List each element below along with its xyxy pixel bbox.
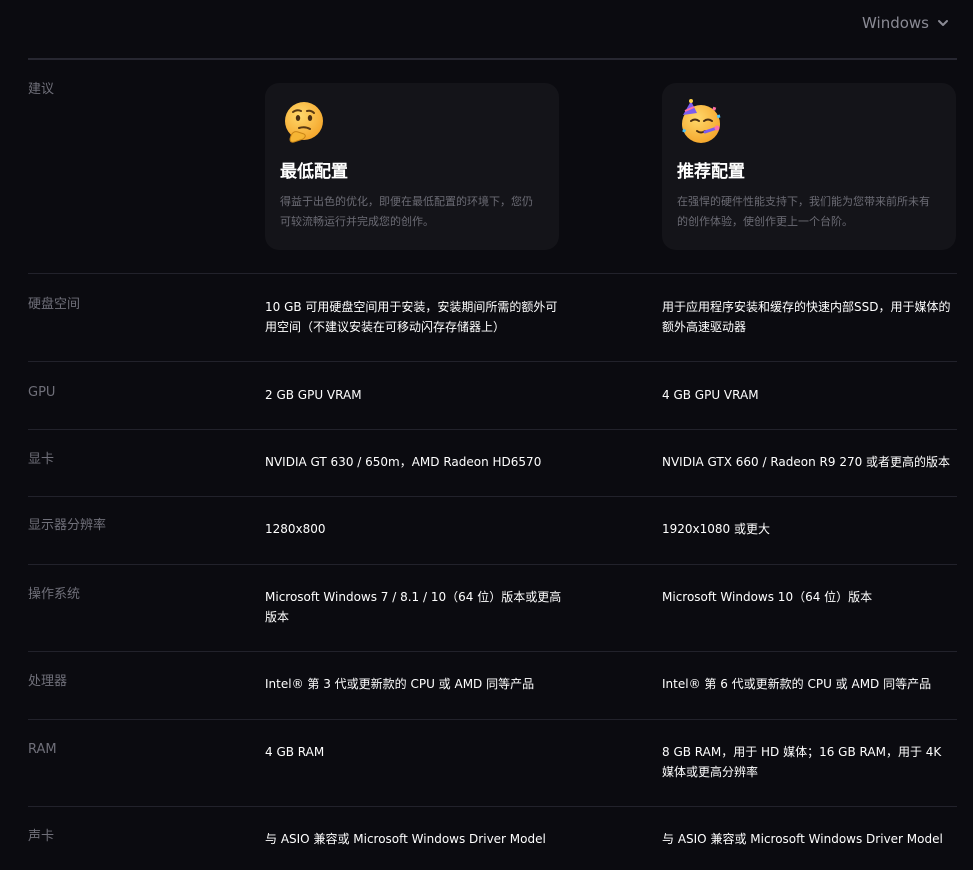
spec-row-gpu: GPU 2 GB GPU VRAM 4 GB GPU VRAM [28,362,957,430]
recommended-value: Microsoft Windows 10（64 位）版本 [662,590,873,604]
row-label: 声卡 [28,829,55,844]
recommended-value: 用于应用程序安装和缓存的快速内部SSD，用于媒体的额外高速驱动器 [662,300,951,334]
row-label: GPU [28,385,56,400]
minimum-value: Microsoft Windows 7 / 8.1 / 10（64 位）版本或更… [265,590,562,624]
minimum-value: 2 GB GPU VRAM [265,388,362,402]
recommended-value: 8 GB RAM，用于 HD 媒体；16 GB RAM，用于 4K 媒体或更高分… [662,745,942,779]
row-label: 显示器分辨率 [28,518,107,533]
spec-row-graphics-card: 显卡 NVIDIA GT 630 / 650m，AMD Radeon HD657… [28,430,957,497]
chevron-down-icon [938,20,948,26]
spec-row-processor: 处理器 Intel® 第 3 代或更新款的 CPU 或 AMD 同等产品 Int… [28,652,957,720]
minimum-value: 10 GB 可用硬盘空间用于安装，安装期间所需的额外可用空间（不建议安装在可移动… [265,300,558,334]
partying-face-icon [682,99,721,143]
spec-row-operating-system: 操作系统 Microsoft Windows 7 / 8.1 / 10（64 位… [28,565,957,652]
row-label: 显卡 [28,452,55,467]
recommended-value: NVIDIA GTX 660 / Radeon R9 270 或者更高的版本 [662,455,951,469]
spec-row-display-resolution: 显示器分辨率 1280x800 1920x1080 或更大 [28,497,957,565]
os-selector[interactable]: Windows [862,14,949,32]
spec-row-disk: 硬盘空间 10 GB 可用硬盘空间用于安装，安装期间所需的额外可用空间（不建议安… [28,274,957,362]
spec-row-sound-card: 声卡 与 ASIO 兼容或 Microsoft Windows Driver M… [28,807,957,869]
card-description: 在强悍的硬件性能支持下，我们能为您带来前所未有的创作体验，使创作更上一个台阶。 [677,195,930,228]
row-label: 建议 [28,82,55,97]
recommended-value: Intel® 第 6 代或更新款的 CPU 或 AMD 同等产品 [662,677,932,691]
row-label: 处理器 [28,674,68,689]
os-selector-value: Windows [862,14,929,32]
minimum-value: Intel® 第 3 代或更新款的 CPU 或 AMD 同等产品 [265,677,535,691]
minimum-value: 4 GB RAM [265,745,325,759]
recommended-value: 1920x1080 或更大 [662,522,770,536]
card-description: 得益于出色的优化，即便在最低配置的环境下，您仍可较流畅运行并完成您的创作。 [280,195,533,228]
row-label: RAM [28,742,57,757]
card-title: 推荐配置 [677,162,745,182]
spec-row-ram: RAM 4 GB RAM 8 GB RAM，用于 HD 媒体；16 GB RAM… [28,720,957,807]
thinking-face-icon [285,102,323,143]
recommended-value: 4 GB GPU VRAM [662,388,759,402]
card-title: 最低配置 [280,162,348,182]
row-label: 操作系统 [28,587,81,602]
minimum-value: NVIDIA GT 630 / 650m，AMD Radeon HD6570 [265,455,542,469]
minimum-value: 与 ASIO 兼容或 Microsoft Windows Driver Mode… [265,832,546,846]
recommended-config-card: 推荐配置 在强悍的硬件性能支持下，我们能为您带来前所未有的创作体验，使创作更上一… [662,83,956,250]
recommended-value: 与 ASIO 兼容或 Microsoft Windows Driver Mode… [662,832,943,846]
minimum-value: 1280x800 [265,522,326,536]
minimum-config-card: 最低配置 得益于出色的优化，即便在最低配置的环境下，您仍可较流畅运行并完成您的创… [265,83,559,250]
row-label: 硬盘空间 [28,297,81,312]
